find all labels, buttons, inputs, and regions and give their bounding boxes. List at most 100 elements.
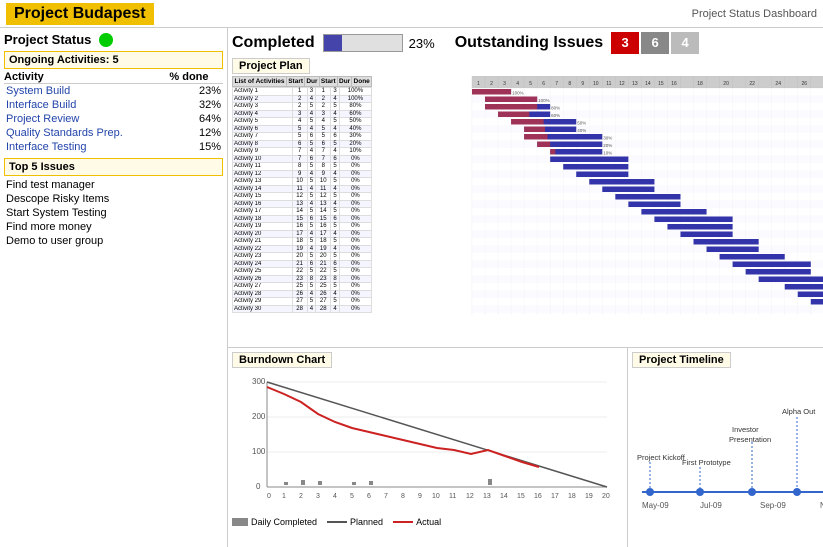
svg-text:2: 2 <box>299 493 303 500</box>
project-title: Project Budapest <box>6 3 154 25</box>
svg-text:19: 19 <box>585 493 593 500</box>
burndown-title: Burndown Chart <box>232 352 332 368</box>
gantt-row: Activity 28 26 4 26 4 0% <box>233 290 372 298</box>
gantt-row: Activity 19 16 5 16 5 0% <box>233 223 372 231</box>
svg-text:9: 9 <box>418 493 422 500</box>
svg-text:3: 3 <box>316 493 320 500</box>
svg-text:20: 20 <box>723 81 729 87</box>
legend-actual-label: Actual <box>416 517 441 527</box>
svg-text:3: 3 <box>503 81 506 87</box>
svg-text:7: 7 <box>555 81 558 87</box>
outstanding-area: Outstanding Issues 3 6 4 <box>455 32 701 54</box>
svg-text:20%: 20% <box>603 143 612 148</box>
activity-link[interactable]: Quality Standards Prep. <box>6 127 123 139</box>
activity-pct: 32% <box>169 98 223 112</box>
outstanding-badge-2: 6 <box>641 32 669 54</box>
completed-bar-fill <box>324 35 342 51</box>
burndown-chart: 300 200 100 0 <box>232 372 612 512</box>
gantt-th-dur: Dur <box>305 77 319 87</box>
gantt-row: Activity 12 9 4 9 4 0% <box>233 170 372 178</box>
pct-col-header: % done <box>169 71 223 84</box>
issue-item: Descope Risky Items <box>4 192 223 206</box>
timeline-chart[interactable]: May-09 Jul-09 Sep-09 Nov-09 Jan-10 Mar-1… <box>632 372 823 527</box>
gantt-row: Activity 3 2 5 2 5 80% <box>233 103 372 111</box>
svg-text:22: 22 <box>749 81 755 87</box>
svg-text:15: 15 <box>517 493 525 500</box>
top-issues-box: Top 5 Issues <box>4 158 223 176</box>
burndown-legend: Daily Completed Planned Actual <box>232 517 623 527</box>
gantt-row: Activity 20 17 4 17 4 0% <box>233 230 372 238</box>
svg-text:0: 0 <box>256 482 261 491</box>
svg-text:First Prototype: First Prototype <box>682 458 731 467</box>
gantt-row: Activity 18 15 6 15 6 0% <box>233 215 372 223</box>
gantt-row: Activity 6 5 4 5 4 40% <box>233 125 372 133</box>
project-plan-title: Project Plan <box>232 58 310 74</box>
svg-text:13: 13 <box>632 81 638 87</box>
svg-text:4: 4 <box>333 493 337 500</box>
activity-pct: 23% <box>169 84 223 99</box>
gantt-row: Activity 23 20 5 20 5 0% <box>233 253 372 261</box>
svg-text:60%: 60% <box>551 113 560 118</box>
svg-text:Jul-09: Jul-09 <box>700 501 722 510</box>
gantt-th-start: Start <box>287 77 305 87</box>
svg-text:30%: 30% <box>603 136 612 141</box>
svg-text:18: 18 <box>697 81 703 87</box>
svg-text:1: 1 <box>477 81 480 87</box>
activity-link[interactable]: Interface Build <box>6 99 76 111</box>
dashboard-subtitle: Project Status Dashboard <box>692 8 817 20</box>
svg-text:8: 8 <box>401 493 405 500</box>
completed-label: Completed <box>232 34 315 52</box>
completed-percent: 23% <box>409 36 435 51</box>
gantt-row: Activity 16 13 4 13 4 0% <box>233 200 372 208</box>
gantt-row: Activity 22 19 4 19 4 0% <box>233 245 372 253</box>
svg-text:6: 6 <box>542 81 545 87</box>
outstanding-label: Outstanding Issues <box>455 34 603 52</box>
gantt-row: Activity 5 4 5 4 5 50% <box>233 118 372 126</box>
legend-planned-label: Planned <box>350 517 383 527</box>
table-row: Interface Build 32% <box>4 98 223 112</box>
svg-text:14: 14 <box>500 493 508 500</box>
issue-item: Demo to user group <box>4 234 223 248</box>
project-status-label: Project Status <box>4 32 91 47</box>
table-row: Project Review 64% <box>4 112 223 126</box>
svg-text:200: 200 <box>252 412 266 421</box>
gantt-row: Activity 10 7 6 7 6 0% <box>233 155 372 163</box>
svg-text:14: 14 <box>645 81 651 87</box>
svg-text:Investor: Investor <box>732 425 759 434</box>
gantt-row: Activity 9 7 4 7 4 10% <box>233 148 372 156</box>
svg-text:12: 12 <box>619 81 625 87</box>
svg-text:11: 11 <box>449 493 456 500</box>
legend-planned-icon <box>327 521 347 523</box>
activity-col-header: Activity <box>4 71 169 84</box>
svg-text:80%: 80% <box>551 106 560 111</box>
table-row: System Build 23% <box>4 84 223 99</box>
gantt-row: Activity 15 12 5 12 5 0% <box>233 193 372 201</box>
timeline-title: Project Timeline <box>632 352 731 368</box>
gantt-th-dur2: Dur <box>337 77 351 87</box>
svg-text:11: 11 <box>606 81 611 87</box>
svg-text:16: 16 <box>671 81 677 87</box>
outstanding-badge-3: 4 <box>671 32 699 54</box>
gantt-th-start2: Start <box>319 77 337 87</box>
svg-text:7: 7 <box>384 493 388 500</box>
gantt-th-done: Done <box>352 77 372 87</box>
activity-link[interactable]: Project Review <box>6 113 79 125</box>
gantt-th-activity: List of Activities <box>233 77 287 87</box>
svg-text:5: 5 <box>529 81 532 87</box>
svg-text:100%: 100% <box>512 91 524 96</box>
svg-text:12: 12 <box>466 493 474 500</box>
svg-text:20: 20 <box>602 493 610 500</box>
svg-text:50%: 50% <box>577 121 586 126</box>
activity-pct: 12% <box>169 126 223 140</box>
activity-pct: 64% <box>169 112 223 126</box>
completed-bar-outer <box>323 34 403 52</box>
ongoing-activities-box: Ongoing Activities: 5 <box>4 51 223 69</box>
issue-item: Find test manager <box>4 178 223 192</box>
activity-link[interactable]: System Build <box>6 85 70 97</box>
svg-text:26: 26 <box>801 81 807 87</box>
activity-link[interactable]: Interface Testing <box>6 141 87 153</box>
gantt-left-table: List of Activities Start Dur Start Dur D… <box>232 76 372 87</box>
gantt-row: Activity 21 18 5 18 5 0% <box>233 238 372 246</box>
issue-item: Start System Testing <box>4 206 223 220</box>
gantt-row: Activity 25 22 5 22 5 0% <box>233 268 372 276</box>
